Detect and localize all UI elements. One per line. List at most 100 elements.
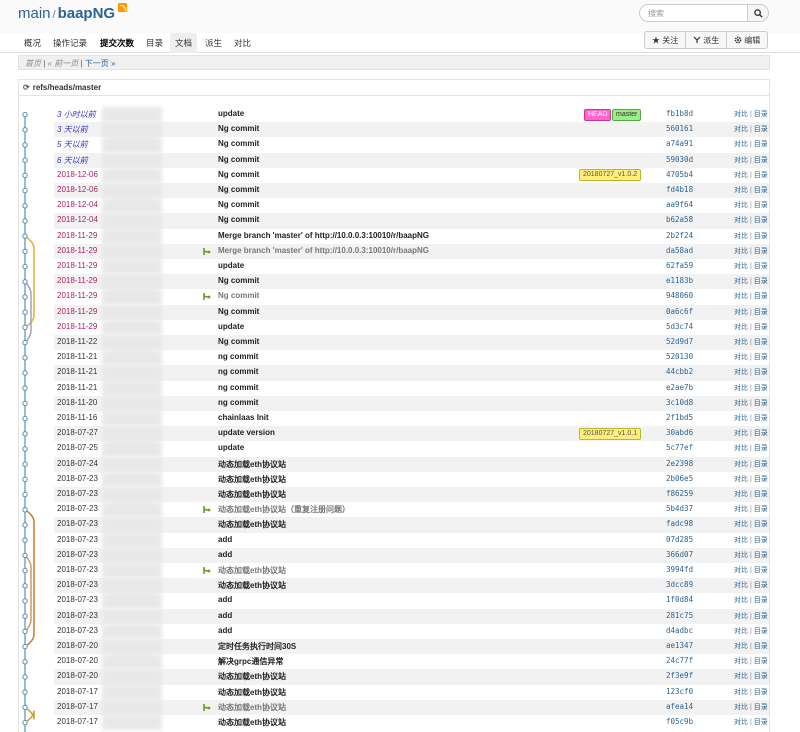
compare-link[interactable]: 对比 <box>734 430 748 437</box>
tree-link[interactable]: 目录 <box>754 673 768 680</box>
project-link[interactable]: main <box>18 5 51 22</box>
tab-commits[interactable]: 提交次数 <box>100 37 134 49</box>
tree-link[interactable]: 目录 <box>754 597 768 604</box>
tree-link[interactable]: 目录 <box>754 582 768 589</box>
compare-link[interactable]: 对比 <box>734 582 748 589</box>
commit-message[interactable]: ng commit <box>218 383 258 392</box>
commit-message[interactable]: 动态加载eth协议站 <box>218 717 286 728</box>
commit-message[interactable]: Ng commit <box>218 337 259 346</box>
commit-message[interactable]: Ng commit <box>218 170 259 179</box>
tree-link[interactable]: 目录 <box>754 217 768 224</box>
compare-link[interactable]: 对比 <box>734 704 748 711</box>
commit-sha-link[interactable]: ae1347 <box>666 641 693 650</box>
commit-sha-link[interactable]: 4705b4 <box>666 170 693 179</box>
tree-link[interactable]: 目录 <box>754 506 768 513</box>
commit-sha-link[interactable]: 123cf0 <box>666 687 693 696</box>
tab-tree[interactable]: 目录 <box>146 37 163 49</box>
commit-sha-link[interactable]: da58ad <box>666 246 693 255</box>
pager-prev[interactable]: « 前一页 <box>48 59 79 68</box>
compare-link[interactable]: 对比 <box>734 491 748 498</box>
tree-link[interactable]: 目录 <box>754 461 768 468</box>
compare-link[interactable]: 对比 <box>734 628 748 635</box>
compare-link[interactable]: 对比 <box>734 537 748 544</box>
commit-message[interactable]: Ng commit <box>218 185 259 194</box>
commit-sha-link[interactable]: aa9f64 <box>666 200 693 209</box>
compare-link[interactable]: 对比 <box>734 521 748 528</box>
compare-link[interactable]: 对比 <box>734 597 748 604</box>
tree-link[interactable]: 目录 <box>754 157 768 164</box>
commit-message[interactable]: Ng commit <box>218 200 259 209</box>
compare-link[interactable]: 对比 <box>734 476 748 483</box>
commit-sha-link[interactable]: e1183b <box>666 276 693 285</box>
commit-message[interactable]: Merge branch 'master' of http://10.0.0.3… <box>218 246 429 255</box>
commit-message[interactable]: 动态加载eth协议站 <box>218 671 286 682</box>
tree-link[interactable]: 目录 <box>754 278 768 285</box>
compare-link[interactable]: 对比 <box>734 385 748 392</box>
tree-link[interactable]: 目录 <box>754 369 768 376</box>
commit-sha-link[interactable]: 281c75 <box>666 611 693 620</box>
commit-message[interactable]: Ng commit <box>218 291 259 300</box>
commit-sha-link[interactable]: fadc98 <box>666 519 693 528</box>
commit-sha-link[interactable]: 59030d <box>666 155 693 164</box>
compare-link[interactable]: 对比 <box>734 673 748 680</box>
tag-badge[interactable]: 20180727_v1.0.1 <box>579 427 642 440</box>
tree-link[interactable]: 目录 <box>754 339 768 346</box>
compare-link[interactable]: 对比 <box>734 354 748 361</box>
tree-link[interactable]: 目录 <box>754 248 768 255</box>
commit-sha-link[interactable]: 3994fd <box>666 565 693 574</box>
commit-message[interactable]: update <box>218 261 244 270</box>
commit-message[interactable]: update version <box>218 428 275 437</box>
compare-link[interactable]: 对比 <box>734 233 748 240</box>
commit-sha-link[interactable]: 44cbb2 <box>666 367 693 376</box>
compare-link[interactable]: 对比 <box>734 111 748 118</box>
tree-link[interactable]: 目录 <box>754 354 768 361</box>
commit-sha-link[interactable]: b62a58 <box>666 215 693 224</box>
tree-link[interactable]: 目录 <box>754 126 768 133</box>
commit-message[interactable]: 定时任务执行时间30S <box>218 641 296 652</box>
tree-link[interactable]: 目录 <box>754 400 768 407</box>
tree-link[interactable]: 目录 <box>754 111 768 118</box>
compare-link[interactable]: 对比 <box>734 400 748 407</box>
commit-sha-link[interactable]: 5b4d37 <box>666 504 693 513</box>
compare-link[interactable]: 对比 <box>734 172 748 179</box>
commit-message[interactable]: ng commit <box>218 367 258 376</box>
compare-link[interactable]: 对比 <box>734 567 748 574</box>
compare-link[interactable]: 对比 <box>734 658 748 665</box>
compare-link[interactable]: 对比 <box>734 643 748 650</box>
compare-link[interactable]: 对比 <box>734 324 748 331</box>
commit-sha-link[interactable]: 30abd6 <box>666 428 693 437</box>
commit-sha-link[interactable]: f86259 <box>666 489 693 498</box>
commit-message[interactable]: 动态加载eth协议站 <box>218 702 286 713</box>
watch-button[interactable]: ★ 关注 <box>645 32 687 48</box>
commit-message[interactable]: Ng commit <box>218 276 259 285</box>
commit-message[interactable]: add <box>218 626 232 635</box>
commit-message[interactable]: Ng commit <box>218 307 259 316</box>
commit-sha-link[interactable]: 2e2398 <box>666 459 693 468</box>
tree-link[interactable]: 目录 <box>754 324 768 331</box>
tree-link[interactable]: 目录 <box>754 233 768 240</box>
commit-sha-link[interactable]: d4adbc <box>666 626 693 635</box>
commit-message[interactable]: 动态加载eth协议站 <box>218 687 286 698</box>
compare-link[interactable]: 对比 <box>734 157 748 164</box>
compare-link[interactable]: 对比 <box>734 552 748 559</box>
commit-message[interactable]: update <box>218 109 244 118</box>
compare-link[interactable]: 对比 <box>734 217 748 224</box>
commit-sha-link[interactable]: fb1b8d <box>666 109 693 118</box>
tree-link[interactable]: 目录 <box>754 704 768 711</box>
compare-link[interactable]: 对比 <box>734 369 748 376</box>
compare-link[interactable]: 对比 <box>734 339 748 346</box>
compare-link[interactable]: 对比 <box>734 506 748 513</box>
pager-next[interactable]: 下一页 » <box>85 59 116 68</box>
commit-sha-link[interactable]: fd4b18 <box>666 185 693 194</box>
compare-link[interactable]: 对比 <box>734 248 748 255</box>
commit-message[interactable]: add <box>218 535 232 544</box>
compare-link[interactable]: 对比 <box>734 278 748 285</box>
tab-forks[interactable]: 派生 <box>205 37 222 49</box>
commit-sha-link[interactable]: a74a91 <box>666 139 693 148</box>
compare-link[interactable]: 对比 <box>734 293 748 300</box>
search-input[interactable]: 搜索 <box>639 4 748 22</box>
edit-button[interactable]: 编辑 <box>727 32 767 48</box>
commit-sha-link[interactable]: 07d285 <box>666 535 693 544</box>
tree-link[interactable]: 目录 <box>754 202 768 209</box>
commit-sha-link[interactable]: e2ae7b <box>666 383 693 392</box>
